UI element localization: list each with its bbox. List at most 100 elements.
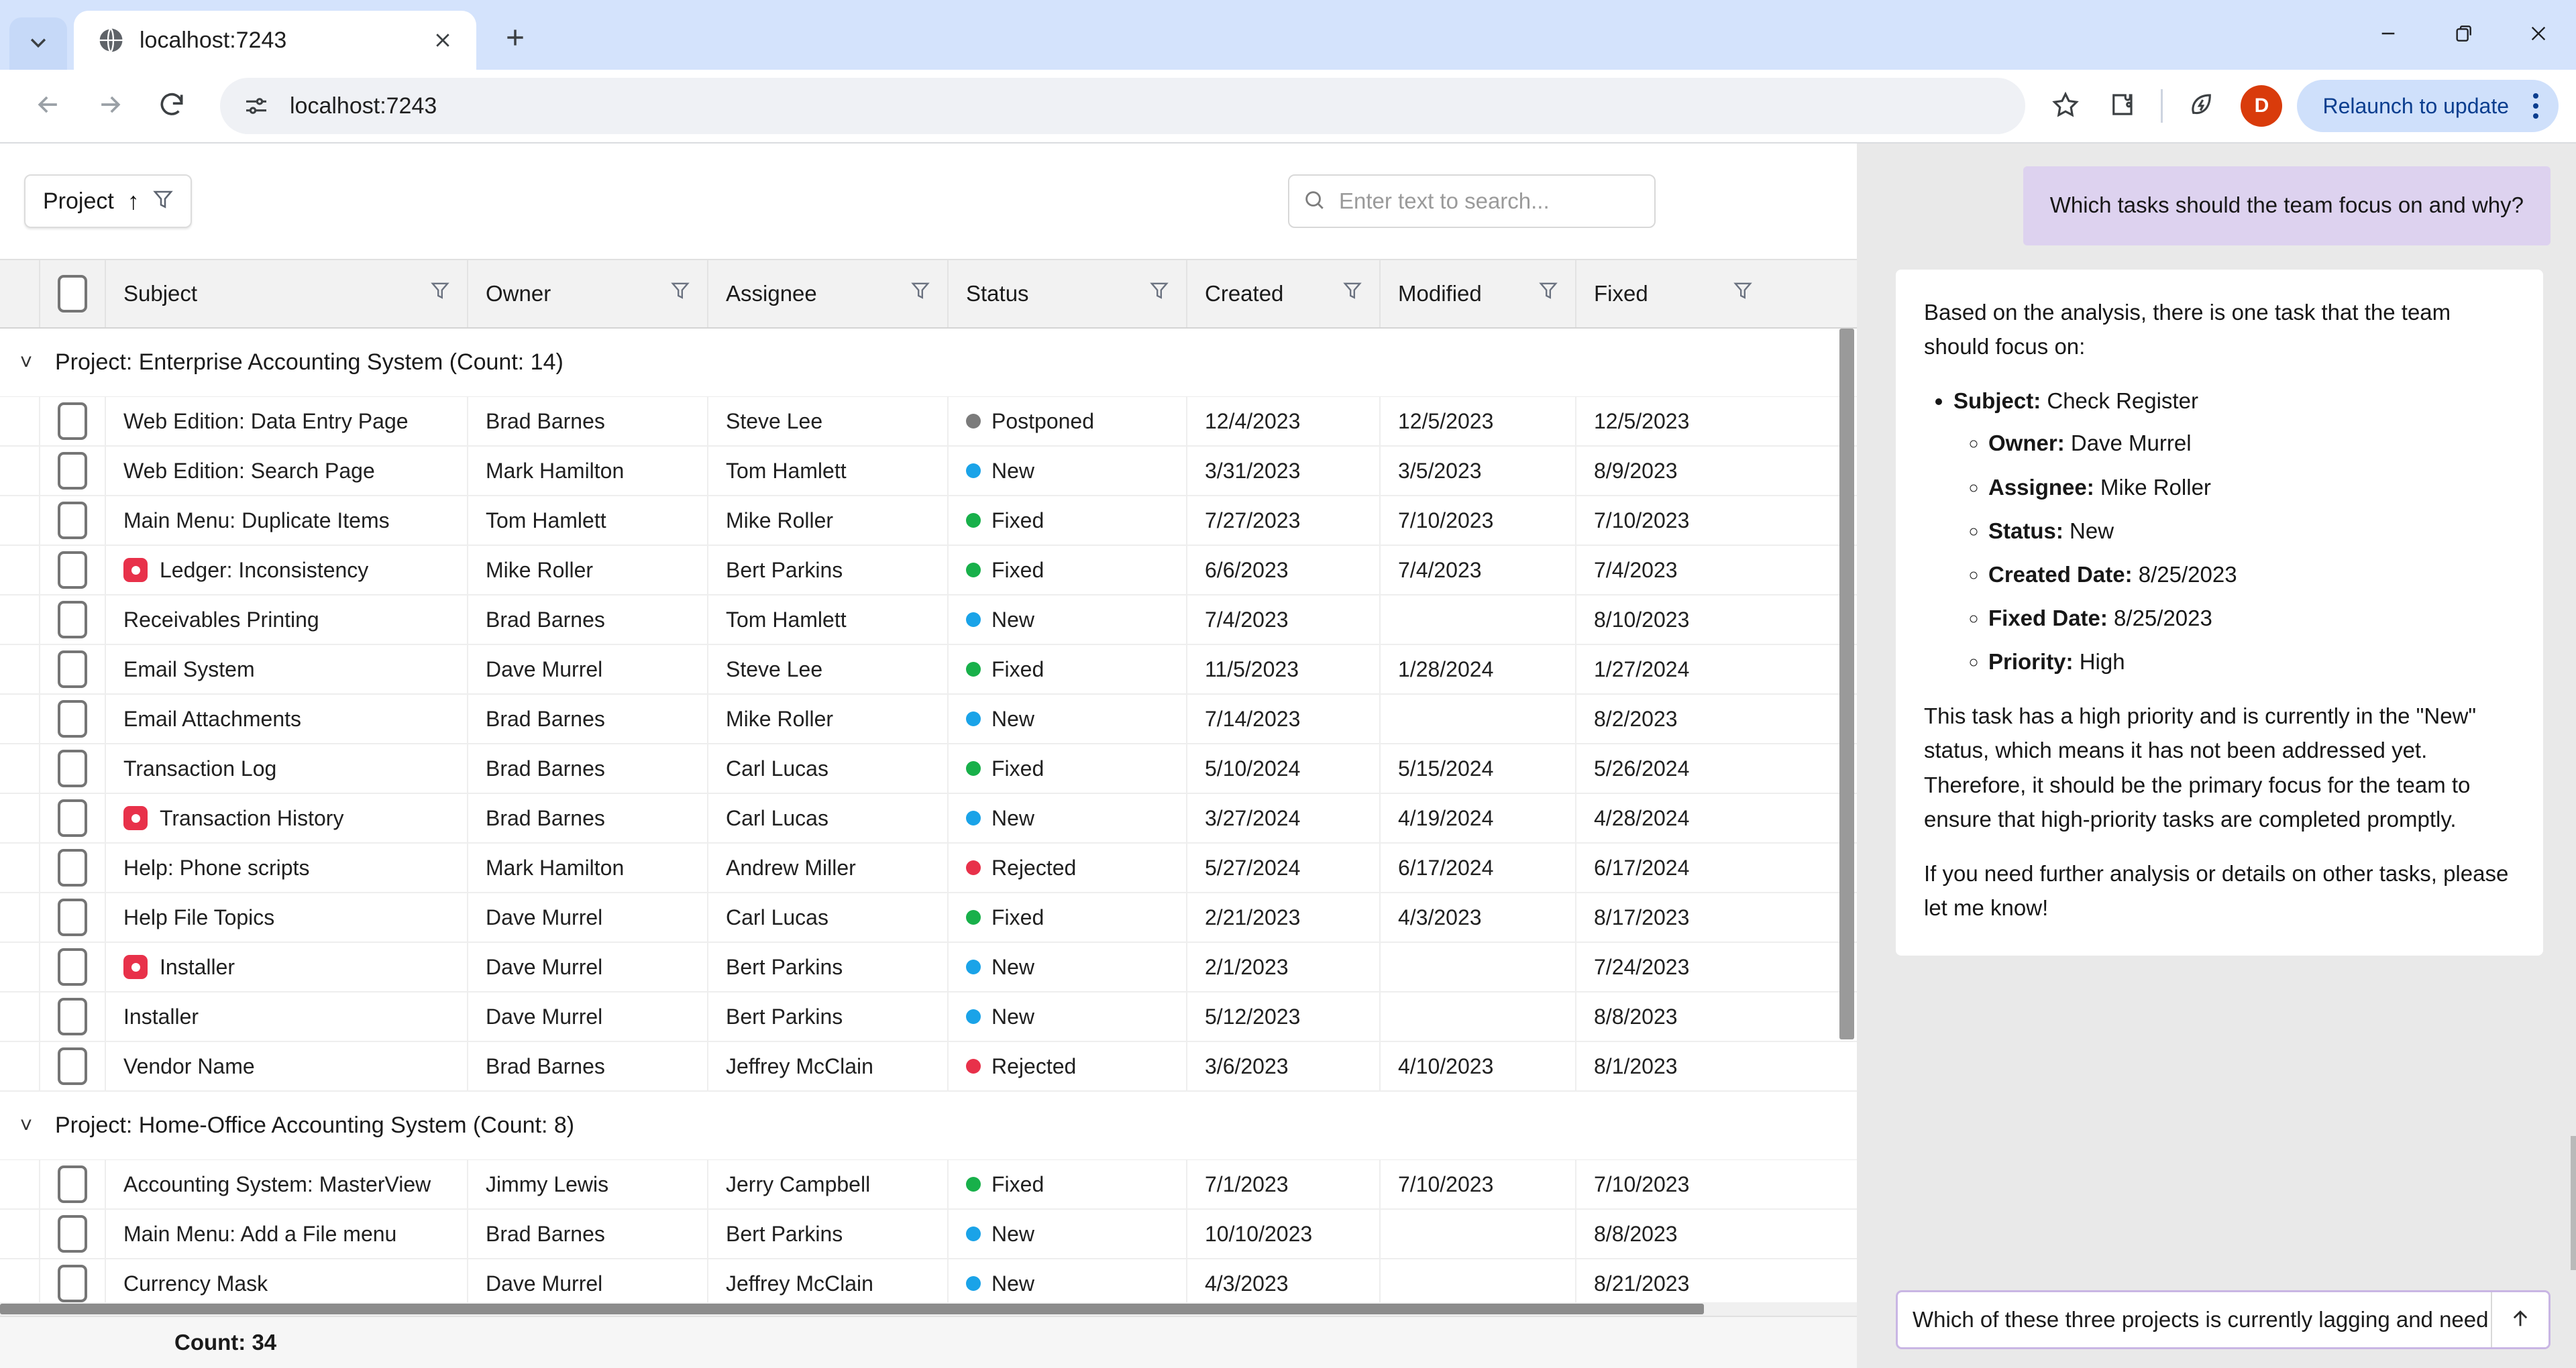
browser-tab[interactable]: localhost:7243	[74, 11, 476, 70]
window-close-button[interactable]	[2501, 0, 2576, 70]
chat-input[interactable]: Which of these three projects is current…	[1896, 1290, 2551, 1349]
filter-icon[interactable]	[911, 280, 930, 307]
relaunch-to-update-button[interactable]: Relaunch to update	[2297, 80, 2559, 132]
checkbox-icon[interactable]	[58, 650, 87, 688]
page-vertical-scroll-thumb[interactable]	[2571, 1136, 2576, 1270]
header-status[interactable]: Status	[949, 260, 1187, 327]
group-header-row[interactable]: ˅Project: Enterprise Accounting System (…	[0, 329, 1857, 397]
checkbox-icon[interactable]	[58, 849, 87, 887]
header-assignee[interactable]: Assignee	[708, 260, 949, 327]
filter-icon[interactable]	[1343, 280, 1362, 307]
checkbox-icon[interactable]	[58, 948, 87, 986]
row-checkbox[interactable]	[40, 1160, 106, 1208]
checkbox-icon[interactable]	[58, 502, 87, 539]
row-checkbox[interactable]	[40, 546, 106, 594]
chat-input-value[interactable]: Which of these three projects is current…	[1898, 1292, 2491, 1347]
filter-icon[interactable]	[1539, 280, 1558, 307]
table-row[interactable]: Email AttachmentsBrad BarnesMike RollerN…	[0, 695, 1857, 744]
group-header-row[interactable]: ˅Project: Home-Office Accounting System …	[0, 1092, 1857, 1160]
row-checkbox[interactable]	[40, 695, 106, 743]
table-row[interactable]: Currency MaskDave MurrelJeffrey McClainN…	[0, 1259, 1857, 1302]
row-checkbox[interactable]	[40, 744, 106, 793]
table-row[interactable]: Transaction HistoryBrad BarnesCarl Lucas…	[0, 794, 1857, 844]
grid-body[interactable]: ˅Project: Enterprise Accounting System (…	[0, 329, 1857, 1302]
checkbox-icon[interactable]	[58, 452, 87, 490]
checkbox-icon[interactable]	[58, 1047, 87, 1085]
header-owner[interactable]: Owner	[468, 260, 708, 327]
forward-button[interactable]	[79, 75, 141, 137]
filter-icon[interactable]	[671, 280, 690, 307]
address-bar[interactable]: localhost:7243	[220, 78, 2025, 134]
filter-icon[interactable]	[1733, 280, 1752, 307]
grid-horizontal-scroll-thumb[interactable]	[0, 1304, 1704, 1314]
row-checkbox[interactable]	[40, 992, 106, 1041]
row-checkbox[interactable]	[40, 496, 106, 545]
table-row[interactable]: Web Edition: Search PageMark HamiltonTom…	[0, 447, 1857, 496]
checkbox-icon[interactable]	[58, 1165, 87, 1203]
row-checkbox[interactable]	[40, 1259, 106, 1302]
performance-button[interactable]	[2174, 78, 2230, 134]
row-checkbox[interactable]	[40, 645, 106, 693]
chevron-down-icon[interactable]: ˅	[15, 350, 38, 375]
checkbox-icon[interactable]	[58, 799, 87, 837]
header-subject[interactable]: Subject	[106, 260, 468, 327]
row-checkbox[interactable]	[40, 943, 106, 991]
bookmark-button[interactable]	[2037, 78, 2094, 134]
table-row[interactable]: Web Edition: Data Entry PageBrad BarnesS…	[0, 397, 1857, 447]
table-row[interactable]: Vendor NameBrad BarnesJeffrey McClainRej…	[0, 1042, 1857, 1092]
checkbox-icon[interactable]	[58, 998, 87, 1035]
table-row[interactable]: Ledger: InconsistencyMike RollerBert Par…	[0, 546, 1857, 595]
checkbox-icon[interactable]	[58, 402, 87, 440]
close-icon[interactable]	[424, 21, 462, 59]
arrow-up-icon[interactable]: ↑	[127, 189, 140, 213]
checkbox-icon[interactable]	[58, 601, 87, 638]
checkbox-icon[interactable]	[58, 700, 87, 738]
row-checkbox[interactable]	[40, 1042, 106, 1090]
filter-icon[interactable]	[153, 188, 173, 215]
table-row[interactable]: Help File TopicsDave MurrelCarl LucasFix…	[0, 893, 1857, 943]
extensions-button[interactable]	[2094, 78, 2150, 134]
grid-vertical-scroll-thumb[interactable]	[1839, 329, 1854, 1039]
checkbox-icon[interactable]	[58, 899, 87, 936]
table-row[interactable]: Help: Phone scriptsMark HamiltonAndrew M…	[0, 844, 1857, 893]
new-tab-button[interactable]	[491, 16, 539, 64]
kebab-menu-icon[interactable]	[2522, 93, 2549, 119]
row-checkbox[interactable]	[40, 397, 106, 445]
reload-button[interactable]	[141, 75, 203, 137]
filter-icon[interactable]	[1150, 280, 1169, 307]
row-checkbox[interactable]	[40, 844, 106, 892]
chevron-down-icon[interactable]: ˅	[15, 1113, 38, 1138]
table-row[interactable]: Email SystemDave MurrelSteve LeeFixed11/…	[0, 645, 1857, 695]
table-row[interactable]: Main Menu: Add a File menuBrad BarnesBer…	[0, 1210, 1857, 1259]
row-checkbox[interactable]	[40, 794, 106, 842]
avatar[interactable]: D	[2241, 85, 2282, 127]
search-input[interactable]: Enter text to search...	[1288, 174, 1656, 228]
header-created[interactable]: Created	[1187, 260, 1381, 327]
header-fixed[interactable]: Fixed	[1576, 260, 1770, 327]
row-checkbox[interactable]	[40, 893, 106, 942]
tune-icon[interactable]	[240, 90, 272, 122]
table-row[interactable]: Main Menu: Duplicate ItemsTom HamlettMik…	[0, 496, 1857, 546]
row-checkbox[interactable]	[40, 595, 106, 644]
group-by-project-chip[interactable]: Project ↑	[24, 174, 192, 228]
grid-horizontal-scrollbar[interactable]	[0, 1302, 1857, 1316]
checkbox-icon[interactable]	[58, 1215, 87, 1253]
grid-vertical-scrollbar[interactable]	[1839, 329, 1854, 1039]
row-checkbox[interactable]	[40, 447, 106, 495]
tab-search-button[interactable]	[9, 17, 67, 70]
row-checkbox[interactable]	[40, 1210, 106, 1258]
back-button[interactable]	[17, 75, 79, 137]
header-modified[interactable]: Modified	[1381, 260, 1576, 327]
table-row[interactable]: Transaction LogBrad BarnesCarl LucasFixe…	[0, 744, 1857, 794]
table-row[interactable]: Receivables PrintingBrad BarnesTom Hamle…	[0, 595, 1857, 645]
table-row[interactable]: InstallerDave MurrelBert ParkinsNew5/12/…	[0, 992, 1857, 1042]
filter-icon[interactable]	[431, 280, 449, 307]
checkbox-icon[interactable]	[58, 275, 87, 312]
header-select-all[interactable]	[40, 260, 106, 327]
minimize-button[interactable]	[2351, 0, 2426, 70]
checkbox-icon[interactable]	[58, 750, 87, 787]
checkbox-icon[interactable]	[58, 551, 87, 589]
maximize-button[interactable]	[2426, 0, 2501, 70]
send-button[interactable]	[2491, 1292, 2548, 1347]
table-row[interactable]: InstallerDave MurrelBert ParkinsNew2/1/2…	[0, 943, 1857, 992]
